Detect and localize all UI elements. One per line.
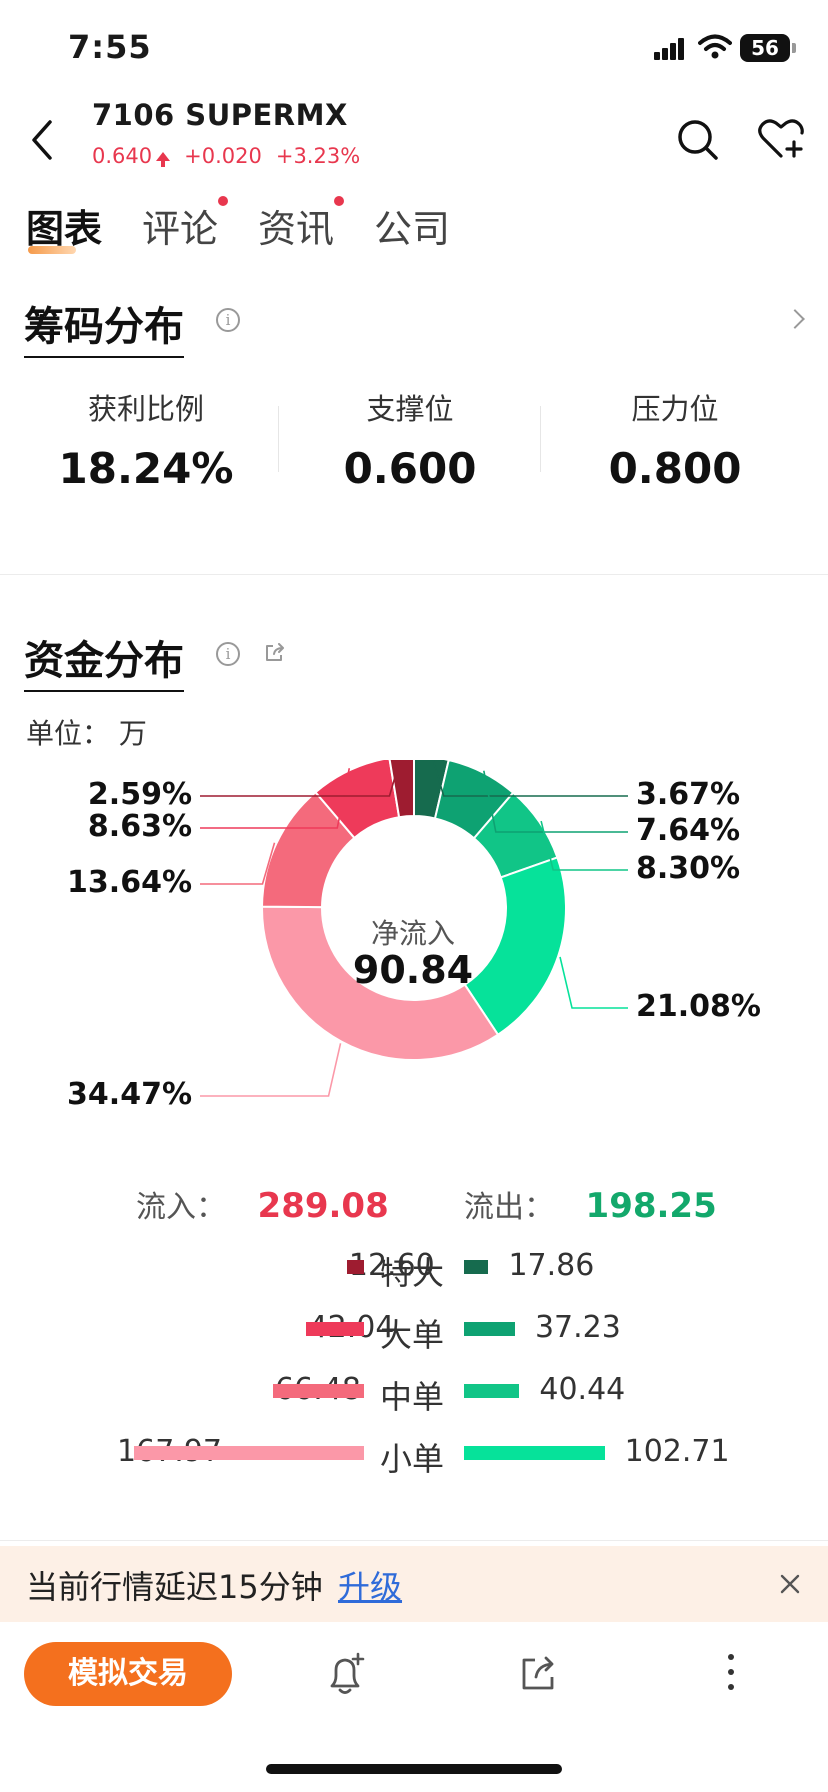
tab-news-label: 资讯 [258, 207, 335, 251]
slice-percent-label: 8.30% [636, 851, 741, 886]
profit-ratio-stat: 获利比例 18.24% [16, 386, 276, 493]
outflow-amount: 40.44 [539, 1372, 626, 1407]
close-icon[interactable] [778, 1572, 802, 1596]
tab-comments-label: 评论 [142, 207, 219, 251]
stat-label: 压力位 [631, 392, 719, 426]
net-inflow-label: 净流入 [370, 917, 455, 950]
inflow-value: 289.08 [257, 1186, 389, 1226]
stat-value: 0.600 [343, 444, 477, 493]
stat-value: 0.800 [608, 444, 742, 493]
tab-company-label: 公司 [374, 207, 451, 251]
slice-percent-label: 21.08% [636, 989, 761, 1024]
search-icon[interactable] [676, 118, 720, 162]
slice-percent-label: 8.63% [87, 809, 192, 844]
slice-percent-label: 13.64% [67, 865, 192, 900]
simulated-trading-button[interactable]: 模拟交易 [24, 1642, 232, 1706]
delay-banner: 当前行情延迟15分钟 升级 [0, 1546, 828, 1622]
inflow-bar [134, 1446, 364, 1460]
share-icon[interactable] [264, 643, 286, 663]
tab-company[interactable]: 公司 [374, 198, 450, 258]
price-with-arrow: 0.640 [92, 144, 171, 168]
status-time: 7:55 [68, 28, 152, 66]
more-options-icon[interactable] [724, 1654, 738, 1694]
outflow-bar [464, 1384, 520, 1398]
outflow-amount: 102.71 [624, 1434, 730, 1469]
outflow-value: 198.25 [585, 1186, 717, 1226]
stock-title: 7106 SUPERMX [92, 98, 348, 132]
unread-dot [218, 196, 229, 206]
upgrade-link[interactable]: 升级 [338, 1562, 402, 1608]
flow-row: 66.48中单40.44 [0, 1372, 828, 1416]
tab-comments[interactable]: 评论 [142, 196, 229, 258]
chip-stats: 获利比例 18.24% 支撑位 0.600 压力位 0.800 [0, 386, 828, 496]
leader-line [200, 1043, 342, 1097]
outflow-bar [464, 1322, 515, 1336]
tab-chart[interactable]: 图表 [26, 198, 102, 258]
stat-label: 获利比例 [87, 392, 204, 426]
tab-bar: 图表 评论 资讯 公司 [26, 196, 490, 258]
outflow-summary: 流出： 198.25 [464, 1182, 717, 1226]
order-size-label: 大单 [380, 1316, 445, 1354]
leader-line [200, 842, 276, 885]
inflow-bar [272, 1384, 364, 1398]
inflow-summary: 流入： 289.08 [136, 1182, 389, 1226]
slice-percent-label: 3.67% [636, 777, 741, 812]
cellular-signal-icon [654, 38, 686, 60]
stat-label: 支撑位 [366, 392, 454, 426]
flow-row: 167.97小单102.71 [0, 1434, 828, 1478]
net-inflow-value: 90.84 [352, 948, 474, 992]
order-size-label: 特大 [380, 1254, 445, 1292]
outflow-amount: 37.23 [534, 1310, 621, 1345]
battery-tip [792, 43, 796, 53]
back-button[interactable] [22, 116, 62, 164]
outflow-bar [464, 1446, 605, 1460]
status-bar: 7:55 56 [0, 0, 828, 96]
battery-icon: 56 [740, 34, 790, 62]
support-level-stat: 支撑位 0.600 [280, 386, 540, 493]
outflow-bar [464, 1260, 489, 1274]
tab-news[interactable]: 资讯 [258, 196, 345, 258]
leader-line [559, 956, 628, 1009]
slice-percent-label: 7.64% [636, 813, 741, 848]
inflow-bar [306, 1322, 364, 1336]
info-icon[interactable]: i [216, 642, 240, 666]
chevron-right-icon[interactable] [785, 309, 805, 329]
chip-distribution-title[interactable]: 筹码分布 [24, 294, 184, 358]
wifi-icon [698, 34, 732, 59]
unread-dot [334, 196, 345, 206]
tab-chart-label: 图表 [26, 207, 103, 251]
slice-percent-label: 34.47% [67, 1077, 192, 1112]
resistance-level-stat: 压力位 0.800 [545, 386, 805, 493]
unit-label: 单位： 万 [26, 717, 147, 750]
home-indicator [266, 1764, 562, 1774]
stat-value: 18.24% [58, 444, 234, 493]
divider [278, 406, 279, 472]
delay-notice-text: 当前行情延迟15分钟 [26, 1568, 323, 1606]
add-favorite-heart-icon[interactable] [756, 116, 806, 162]
fund-distribution-title: 资金分布 [24, 628, 184, 692]
inflow-bar [346, 1260, 364, 1274]
tab-active-indicator [28, 246, 76, 254]
section-divider [0, 1540, 828, 1541]
price-change: +0.020 [184, 144, 262, 168]
share-icon[interactable] [518, 1654, 558, 1694]
stock-price: 0.640 [92, 144, 153, 168]
order-size-label: 中单 [380, 1378, 445, 1416]
price-change-pct: +3.23% [275, 144, 361, 168]
add-alert-bell-icon[interactable] [324, 1652, 366, 1696]
arrow-up-icon [156, 152, 171, 167]
stock-quote: 0.640 +0.020 +3.23% [92, 144, 360, 168]
info-icon[interactable]: i [216, 308, 240, 332]
section-divider [0, 574, 828, 575]
outflow-label: 流出： [464, 1190, 554, 1225]
divider [540, 406, 541, 472]
flow-row: 42.04大单37.23 [0, 1310, 828, 1354]
outflow-amount: 17.86 [508, 1248, 595, 1283]
inflow-label: 流入： [136, 1190, 226, 1225]
slice-percent-label: 2.59% [87, 777, 192, 812]
flow-row: 12.60 特大 17.86 [0, 1248, 828, 1292]
order-size-label: 小单 [380, 1440, 445, 1478]
